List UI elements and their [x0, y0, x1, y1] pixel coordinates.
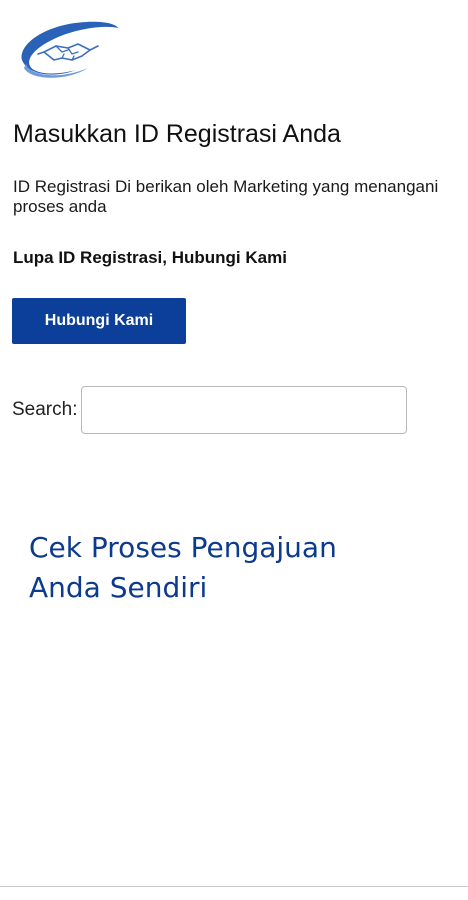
bottom-divider [0, 886, 468, 887]
search-row: Search: [12, 385, 408, 435]
search-input[interactable] [81, 386, 408, 434]
company-logo [16, 16, 120, 84]
page-title: Masukkan ID Registrasi Anda [13, 120, 341, 148]
contact-us-button[interactable]: Hubungi Kami [12, 298, 186, 344]
check-own-application-link[interactable]: Cek Proses Pengajuan Anda Sendiri [29, 528, 359, 608]
registration-instruction: ID Registrasi Di berikan oleh Marketing … [13, 177, 439, 216]
handshake-logo-icon [21, 21, 119, 78]
forgot-id-text: Lupa ID Registrasi, Hubungi Kami [13, 248, 287, 267]
search-label: Search: [12, 399, 78, 420]
